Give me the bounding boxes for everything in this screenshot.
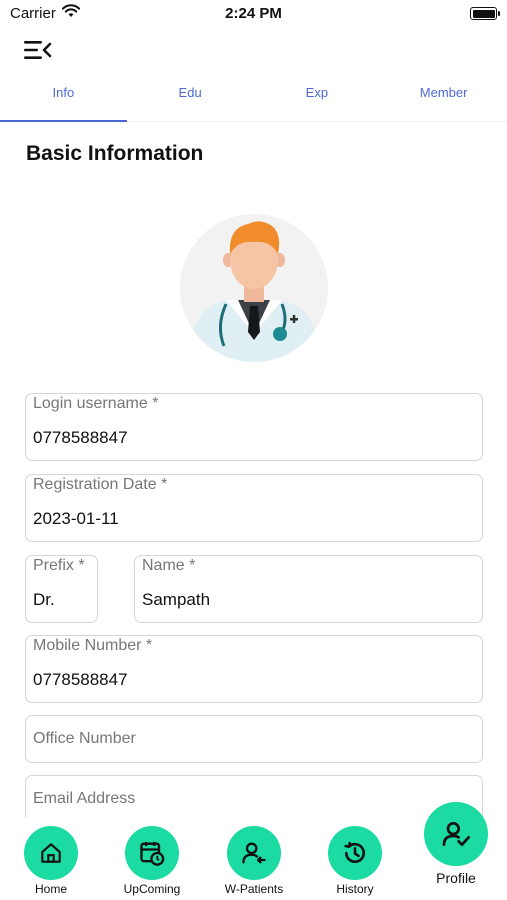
login-username-value: 0778588847	[33, 428, 128, 447]
nav-home[interactable]: Home	[6, 826, 96, 896]
bottom-nav: Home UpComing W-Patients History Profile	[0, 802, 507, 900]
office-number-placeholder: Office Number	[33, 730, 136, 747]
tab-exp[interactable]: Exp	[254, 76, 381, 121]
nav-profile-label: Profile	[436, 870, 476, 886]
mobile-number-value: 0778588847	[33, 670, 128, 689]
name-field[interactable]: Name * Sampath	[134, 555, 483, 623]
nav-upcoming[interactable]: UpComing	[107, 826, 197, 896]
doctor-avatar[interactable]	[180, 214, 328, 362]
nav-w-patients-button[interactable]	[227, 826, 281, 880]
registration-date-value: 2023-01-11	[33, 509, 119, 528]
nav-upcoming-label: UpComing	[123, 882, 181, 896]
nav-w-patients-label: W-Patients	[224, 882, 284, 896]
mobile-number-label: Mobile Number *	[33, 637, 153, 654]
nav-history[interactable]: History	[310, 826, 400, 896]
registration-date-label: Registration Date *	[33, 476, 168, 493]
nav-home-button[interactable]	[24, 826, 78, 880]
nav-upcoming-button[interactable]	[125, 826, 179, 880]
email-address-placeholder: Email Address	[33, 790, 136, 807]
tab-info[interactable]: Info	[0, 76, 127, 122]
nav-home-label: Home	[34, 882, 67, 896]
status-bar: Carrier 2:24 PM	[0, 0, 507, 28]
nav-profile-button[interactable]	[424, 802, 488, 866]
menu-collapse-button[interactable]	[22, 38, 54, 62]
office-number-field[interactable]: Office Number	[25, 715, 483, 763]
tab-edu[interactable]: Edu	[127, 76, 254, 121]
prefix-value: Dr.	[33, 590, 55, 609]
registration-date-field[interactable]: Registration Date * 2023-01-11	[25, 474, 483, 542]
login-username-field[interactable]: Login username * 0778588847	[25, 393, 483, 461]
login-username-label: Login username *	[33, 395, 159, 412]
nav-profile[interactable]: Profile	[411, 802, 501, 886]
nav-history-label: History	[336, 882, 374, 896]
page-title: Basic Information	[26, 142, 204, 165]
tab-member[interactable]: Member	[380, 76, 507, 121]
prefix-label: Prefix *	[33, 557, 85, 574]
calendar-clock-icon	[140, 841, 165, 866]
name-label: Name *	[142, 557, 196, 574]
nav-history-button[interactable]	[328, 826, 382, 880]
battery-icon	[470, 7, 500, 20]
history-icon	[344, 841, 365, 864]
status-time: 2:24 PM	[225, 5, 282, 22]
prefix-field[interactable]: Prefix * Dr.	[25, 555, 98, 623]
doctor-avatar-illustration	[180, 214, 328, 362]
profile-tabs: Info Edu Exp Member	[0, 76, 507, 122]
user-arrow-icon	[242, 842, 266, 864]
user-check-icon	[442, 822, 470, 846]
menu-collapse-icon	[24, 41, 52, 59]
home-icon	[41, 843, 61, 863]
mobile-number-field[interactable]: Mobile Number * 0778588847	[25, 635, 483, 703]
nav-w-patients[interactable]: W-Patients	[209, 826, 299, 896]
name-value: Sampath	[142, 590, 211, 609]
